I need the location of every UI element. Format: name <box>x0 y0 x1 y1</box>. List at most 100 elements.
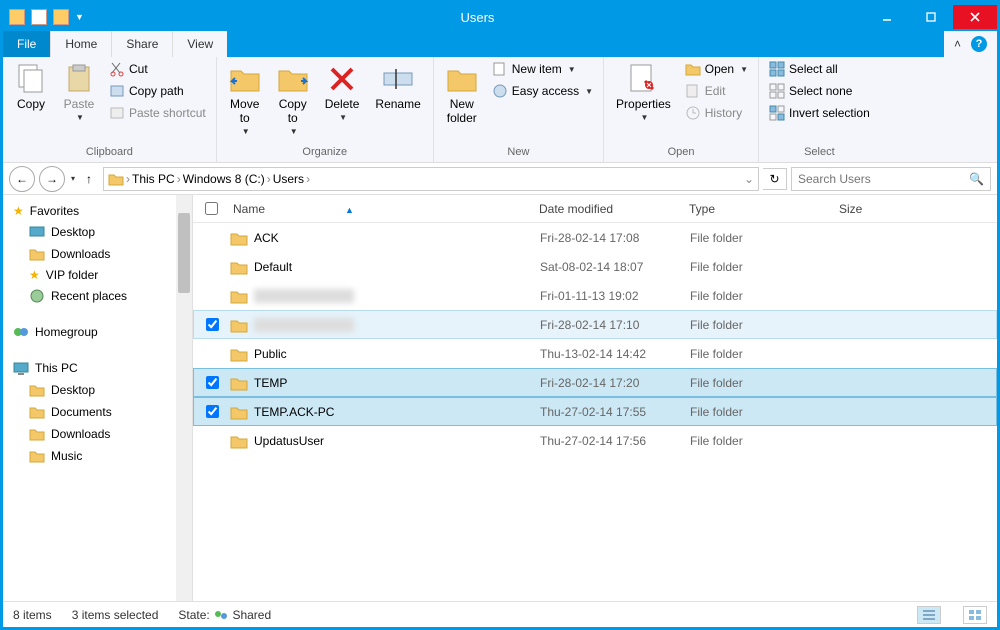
sidebar-item-recent[interactable]: Recent places <box>3 285 192 307</box>
table-row[interactable]: UpdatusUserThu-27-02-14 17:56File folder <box>193 426 997 455</box>
folder-icon <box>29 426 45 442</box>
breadcrumb-item[interactable]: Users <box>273 172 304 186</box>
chevron-right-icon[interactable]: › <box>267 172 271 186</box>
table-row[interactable]: ____________Fri-28-02-14 17:10File folde… <box>193 310 997 339</box>
open-button[interactable]: Open▼ <box>681 59 752 79</box>
breadcrumb-item[interactable]: This PC <box>132 172 175 186</box>
chevron-right-icon[interactable]: › <box>306 172 310 186</box>
breadcrumb[interactable]: › This PC › Windows 8 (C:) › Users › ⌄ <box>103 167 759 191</box>
table-row[interactable]: DefaultSat-08-02-14 18:07File folder <box>193 252 997 281</box>
column-header-name[interactable]: Name▲ <box>229 202 539 216</box>
table-row[interactable]: ACKFri-28-02-14 17:08File folder <box>193 223 997 252</box>
rename-button[interactable]: Rename <box>369 59 426 115</box>
new-item-button[interactable]: New item▼ <box>488 59 597 79</box>
table-row[interactable]: PublicThu-13-02-14 14:42File folder <box>193 339 997 368</box>
row-type: File folder <box>690 260 840 274</box>
row-checkbox[interactable] <box>194 376 230 389</box>
body: ★ Favorites Desktop Downloads ★VIP folde… <box>3 195 997 601</box>
refresh-button[interactable]: ↻ <box>763 168 787 190</box>
sidebar-item-pc-music[interactable]: Music <box>3 445 192 467</box>
ribbon-group-open: Properties▼ Open▼ Edit History <box>604 57 759 162</box>
row-name[interactable]: Default <box>230 259 540 275</box>
move-to-button[interactable]: Move to▼ <box>223 59 267 140</box>
up-button[interactable]: ↑ <box>79 169 99 189</box>
window-title: Users <box>90 10 865 25</box>
column-header-type[interactable]: Type <box>689 202 839 216</box>
copy-to-button[interactable]: Copy to▼ <box>271 59 315 140</box>
collapse-ribbon-icon[interactable]: ˄ <box>954 37 961 51</box>
qat-dropdown-icon[interactable]: ▼ <box>75 12 84 22</box>
invert-selection-icon <box>769 105 785 121</box>
properties-qat-icon[interactable] <box>31 9 47 25</box>
sidebar-homegroup[interactable]: Homegroup <box>3 321 192 343</box>
tab-view[interactable]: View <box>173 31 227 57</box>
select-all-checkbox[interactable] <box>193 202 229 215</box>
properties-button[interactable]: Properties▼ <box>610 59 677 126</box>
row-name[interactable]: TEMP.ACK-PC <box>230 404 540 420</box>
table-row[interactable]: ________Fri-01-11-13 19:02File folder <box>193 281 997 310</box>
back-button[interactable]: ← <box>9 166 35 192</box>
sidebar-item-desktop[interactable]: Desktop <box>3 221 192 243</box>
chevron-right-icon[interactable]: › <box>177 172 181 186</box>
select-all-button[interactable]: Select all <box>765 59 874 79</box>
forward-button[interactable]: → <box>39 166 65 192</box>
table-row[interactable]: TEMPFri-28-02-14 17:20File folder <box>193 368 997 397</box>
row-name[interactable]: ____________ <box>230 317 540 333</box>
breadcrumb-item[interactable]: Windows 8 (C:) <box>183 172 265 186</box>
chevron-right-icon[interactable]: › <box>126 172 130 186</box>
tab-home[interactable]: Home <box>51 31 112 57</box>
row-date: Thu-27-02-14 17:55 <box>540 405 690 419</box>
tab-share[interactable]: Share <box>112 31 173 57</box>
minimize-button[interactable] <box>865 5 909 29</box>
close-button[interactable] <box>953 5 997 29</box>
sidebar-favorites[interactable]: ★ Favorites <box>3 201 192 221</box>
search-input[interactable] <box>798 172 969 186</box>
row-date: Thu-27-02-14 17:56 <box>540 434 690 448</box>
row-type: File folder <box>690 289 840 303</box>
easy-access-button[interactable]: Easy access▼ <box>488 81 597 101</box>
row-checkbox[interactable] <box>194 405 230 418</box>
column-header-date[interactable]: Date modified <box>539 202 689 216</box>
row-name[interactable]: Public <box>230 346 540 362</box>
help-icon[interactable]: ? <box>971 36 987 52</box>
row-name[interactable]: ACK <box>230 230 540 246</box>
invert-selection-button[interactable]: Invert selection <box>765 103 874 123</box>
copy-path-button[interactable]: Copy path <box>105 81 210 101</box>
row-checkbox[interactable] <box>194 318 230 331</box>
recent-locations-icon[interactable]: ▾ <box>71 174 75 183</box>
row-name[interactable]: TEMP <box>230 375 540 391</box>
sidebar-item-pc-documents[interactable]: Documents <box>3 401 192 423</box>
scrollbar-thumb[interactable] <box>178 213 190 293</box>
cut-button[interactable]: Cut <box>105 59 210 79</box>
column-header-size[interactable]: Size <box>839 202 909 216</box>
chevron-down-icon[interactable]: ⌄ <box>744 172 754 186</box>
file-list[interactable]: ACKFri-28-02-14 17:08File folderDefaultS… <box>193 223 997 601</box>
edit-button[interactable]: Edit <box>681 81 752 101</box>
copy-button[interactable]: Copy <box>9 59 53 115</box>
folder-icon <box>230 230 248 246</box>
select-none-button[interactable]: Select none <box>765 81 874 101</box>
row-name[interactable]: ________ <box>230 288 540 304</box>
sidebar-thispc[interactable]: This PC <box>3 357 192 379</box>
row-name[interactable]: UpdatusUser <box>230 433 540 449</box>
folder-icon <box>230 288 248 304</box>
new-folder-button[interactable]: New folder <box>440 59 484 129</box>
sidebar-item-vip[interactable]: ★VIP folder <box>3 265 192 285</box>
sidebar-item-downloads[interactable]: Downloads <box>3 243 192 265</box>
details-view-button[interactable] <box>917 606 941 624</box>
search-box[interactable]: 🔍 <box>791 167 991 191</box>
table-row[interactable]: TEMP.ACK-PCThu-27-02-14 17:55File folder <box>193 397 997 426</box>
newfolder-qat-icon[interactable] <box>53 9 69 25</box>
delete-button[interactable]: Delete▼ <box>319 59 366 126</box>
tab-file[interactable]: File <box>3 31 51 57</box>
sidebar-item-pc-downloads[interactable]: Downloads <box>3 423 192 445</box>
cut-icon <box>109 61 125 77</box>
history-button[interactable]: History <box>681 103 752 123</box>
paste-button[interactable]: Paste ▼ <box>57 59 101 126</box>
thumbnails-view-button[interactable] <box>963 606 987 624</box>
sidebar-item-pc-desktop[interactable]: Desktop <box>3 379 192 401</box>
maximize-button[interactable] <box>909 5 953 29</box>
sidebar-scrollbar[interactable] <box>176 195 192 601</box>
paste-shortcut-button[interactable]: Paste shortcut <box>105 103 210 123</box>
row-type: File folder <box>690 231 840 245</box>
